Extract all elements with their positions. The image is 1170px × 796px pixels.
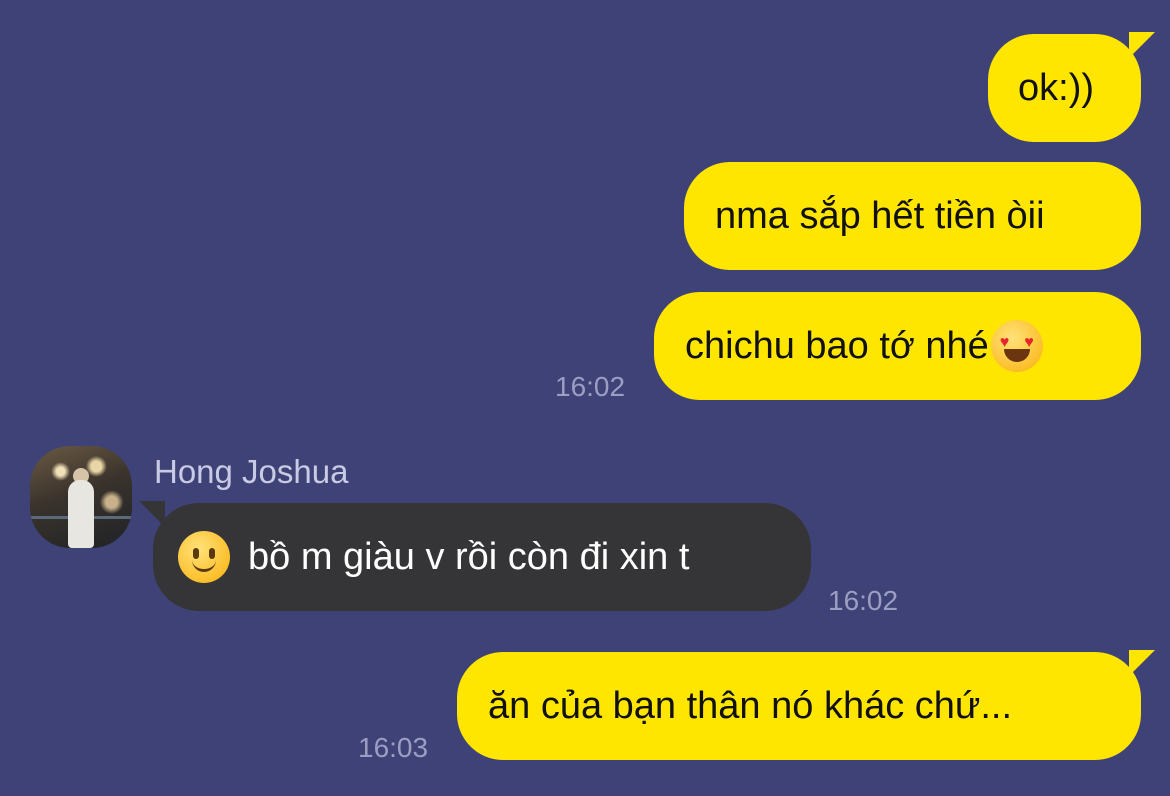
- sender-name: Hong Joshua: [154, 453, 349, 490]
- bubble-tail: [1129, 650, 1155, 676]
- bubble-tail: [139, 501, 165, 527]
- message-text: bồ m giàu v rồi còn đi xin t: [248, 536, 690, 578]
- message-text: ăn của bạn thân nó khác chứ...: [488, 685, 1013, 727]
- message-text: nma sắp hết tiền òii: [715, 195, 1045, 237]
- heart-eyes-emoji: ♥ ♥: [990, 320, 1043, 372]
- incoming-message-bubble[interactable]: bồ m giàu v rồi còn đi xin t: [139, 501, 811, 611]
- message-timestamp: 16:03: [358, 732, 429, 763]
- slightly-smiling-emoji: [178, 531, 230, 583]
- message-text: chichu bao tớ nhé: [685, 325, 989, 367]
- message-text: ok:)): [1018, 67, 1094, 109]
- outgoing-message-bubble[interactable]: nma sắp hết tiền òii: [684, 162, 1141, 270]
- message-timestamp: 16:02: [828, 585, 899, 616]
- bubble-tail: [1129, 32, 1155, 58]
- outgoing-message-bubble[interactable]: ok:)): [988, 32, 1155, 142]
- avatar[interactable]: [30, 446, 132, 548]
- outgoing-message-bubble[interactable]: chichu bao tớ nhé ♥ ♥: [654, 292, 1141, 400]
- message-timestamp: 16:02: [555, 371, 626, 402]
- outgoing-message-bubble[interactable]: ăn của bạn thân nó khác chứ...: [457, 650, 1155, 760]
